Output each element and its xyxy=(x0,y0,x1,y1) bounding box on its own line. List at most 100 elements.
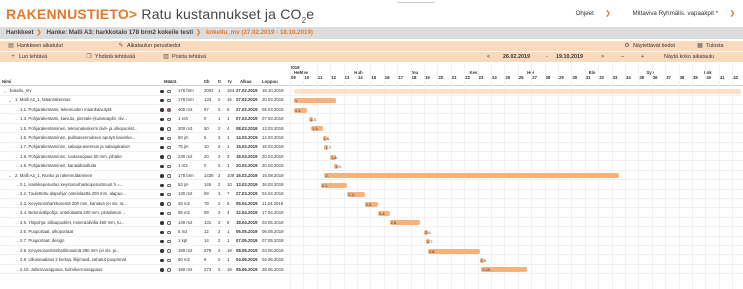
gantt-bar[interactable]: 1.8. xyxy=(330,154,338,160)
status-icon[interactable] xyxy=(167,117,171,122)
status-icon[interactable] xyxy=(167,127,171,131)
gantt-bar[interactable]: 2.5. xyxy=(389,220,421,226)
info-icon[interactable] xyxy=(160,202,164,206)
status-icon[interactable] xyxy=(167,155,171,159)
info-icon[interactable] xyxy=(160,108,164,112)
col-end[interactable]: Loppuu xyxy=(262,79,278,84)
info-icon[interactable] xyxy=(160,174,164,178)
info-icon[interactable] xyxy=(160,164,164,169)
gantt-bar[interactable]: 2.4. xyxy=(378,210,390,216)
gantt-bar[interactable] xyxy=(293,88,741,94)
gantt-bar[interactable]: 1.3. xyxy=(309,116,317,122)
status-icon[interactable] xyxy=(167,258,171,263)
gantt-bar[interactable]: 2.9. xyxy=(479,257,487,263)
info-icon[interactable] xyxy=(160,183,164,187)
gantt-bar[interactable]: 1. xyxy=(293,98,336,104)
col-tv[interactable]: tv xyxy=(228,79,232,84)
breadcrumb-schedule[interactable]: kokeilu_mv (27.02.2019 - 18.10.2019) xyxy=(206,29,313,36)
gantt-bar[interactable]: 2.6. xyxy=(424,229,432,235)
table-row[interactable]: … 2.1. Hankkeperustus keystonarhankoperus… xyxy=(0,181,743,190)
table-row[interactable]: … 1.1. Pohjarakentami, tekemuolen maankai… xyxy=(0,106,743,115)
project-schedules-button[interactable]: ▤ Hankkeen alkatulut xyxy=(8,41,63,51)
info-icon[interactable] xyxy=(160,89,164,93)
table-row[interactable]: … 1.6. Pohjarakentaminen, puiltoasennukse… xyxy=(0,134,743,143)
table-row[interactable]: ⌄ 1. Malli A3_1, Maanrakennus 178 brm 133 2 1… xyxy=(0,96,743,105)
col-start[interactable]: Alkaa xyxy=(240,79,251,84)
table-row[interactable]: ⌄ 2. Malli A3_1, Runko ja rakennuttaminen… xyxy=(0,172,743,181)
delete-task-button[interactable]: ▥ Poista tehtävä xyxy=(163,52,206,62)
info-icon[interactable] xyxy=(160,230,164,234)
status-icon[interactable] xyxy=(167,136,171,140)
zoom-in-button[interactable]: + xyxy=(641,52,644,62)
date-from-field[interactable]: 26.02.2019 xyxy=(503,52,530,62)
status-icon[interactable] xyxy=(167,239,171,244)
status-icon[interactable] xyxy=(167,98,171,103)
gantt-bar[interactable]: 2. xyxy=(324,173,620,179)
collapse-toggle-icon[interactable]: ⌄ xyxy=(8,173,12,179)
table-row[interactable]: … 2.3. Kevytsoraharkkoseinä 200 mm, kanta… xyxy=(0,200,743,209)
gantt-bar[interactable]: 2.10. xyxy=(481,267,528,273)
table-row[interactable]: … 1.8. Pohjarakentaminen, routasuojaus 50… xyxy=(0,153,743,162)
gantt-bar[interactable]: 1.9. xyxy=(334,163,342,169)
info-icon[interactable] xyxy=(160,249,164,253)
info-icon[interactable] xyxy=(160,155,164,159)
col-tt[interactable]: tt xyxy=(218,79,221,84)
table-row[interactable]: … 1.5. Pohjarakentaminen, teknonaluskerm … xyxy=(0,125,743,134)
col-name[interactable]: Nimi xyxy=(2,79,11,84)
timeline-next-button[interactable]: > xyxy=(601,52,604,62)
table-row[interactable]: … 2.6. Puuportaat, ulkoportaat 5 m2 12 2 1 06.… xyxy=(0,228,743,237)
status-icon[interactable] xyxy=(167,164,171,169)
gantt-bar[interactable]: 1.1. xyxy=(293,107,308,113)
table-row[interactable]: … 2.9. Ulkoseaalaus 2 kertaa, ilkjimaali,… xyxy=(0,256,743,265)
info-icon[interactable] xyxy=(160,98,164,103)
table-row[interactable]: ⌄ kokeilu_mv 178 brm 2002 1 164 27.02.2019 18.1… xyxy=(0,87,743,96)
table-row[interactable]: … 1.7. Pohjarakentaminen, salaoja-asennus… xyxy=(0,143,743,152)
table-row[interactable]: … 1.3. Pohjarakentami, kaivuto, pinmale-(… xyxy=(0,115,743,124)
status-icon[interactable] xyxy=(167,268,171,272)
gantt-bar[interactable]: 1.5. xyxy=(311,126,323,132)
info-icon[interactable] xyxy=(160,127,164,131)
show-all-button[interactable]: Näytä koko aikataulu xyxy=(664,52,714,62)
info-icon[interactable] xyxy=(160,211,164,216)
gantt-bar[interactable]: 2.3. xyxy=(364,201,379,207)
status-icon[interactable] xyxy=(167,89,171,93)
status-icon[interactable] xyxy=(167,230,171,234)
table-row[interactable]: … 2.10. Julkisivurappaus, kolmikerrosrapp… xyxy=(0,266,743,275)
status-icon[interactable] xyxy=(167,108,171,112)
gantt-bar[interactable]: 2.2. xyxy=(347,192,365,198)
info-icon[interactable] xyxy=(160,268,164,272)
gantt-bar[interactable]: 2.7. xyxy=(425,239,434,245)
status-icon[interactable] xyxy=(167,183,171,187)
col-amount[interactable]: Määrä xyxy=(164,79,176,84)
timeline-prev-button[interactable]: < xyxy=(487,52,490,62)
status-icon[interactable] xyxy=(167,202,171,206)
info-icon[interactable] xyxy=(160,239,164,244)
print-button[interactable]: ▦ Tulosta xyxy=(697,41,723,51)
info-icon[interactable] xyxy=(160,258,164,263)
status-icon[interactable] xyxy=(167,174,171,178)
user-menu[interactable]: Mittaviva Ryhmälis. vapaakpit * ❯ xyxy=(622,10,735,17)
info-icon[interactable] xyxy=(160,136,164,140)
gantt-bar[interactable]: 1.6. xyxy=(322,135,330,141)
info-icon[interactable] xyxy=(160,145,164,150)
collapse-toggle-icon[interactable]: ⌄ xyxy=(3,89,7,95)
collapse-toggle-icon[interactable]: ⌄ xyxy=(8,98,12,104)
gantt-bar[interactable]: 2.1. xyxy=(320,182,348,188)
info-icon[interactable] xyxy=(160,192,164,197)
create-task-button[interactable]: + Luo tehtävä xyxy=(10,52,47,62)
table-row[interactable]: … 1.9. Pohjarakentaminen, kanaalitoulluit… xyxy=(0,162,743,171)
schedule-basics-button[interactable]: ✎ Aikataulun perustiedot xyxy=(118,41,180,51)
gantt-bar[interactable]: 1.7. xyxy=(324,145,332,151)
table-row[interactable]: … 2.5. Yläpohja: sillaupuolilet, mineraal… xyxy=(0,219,743,228)
status-icon[interactable] xyxy=(167,145,171,150)
info-icon[interactable] xyxy=(160,221,164,225)
table-row[interactable]: … 2.7. Puuportaat, design 1 kpl 14 2 1 07.05.2… xyxy=(0,237,743,246)
status-icon[interactable] xyxy=(167,249,171,253)
status-icon[interactable] xyxy=(167,192,171,197)
date-to-field[interactable]: 19.10.2019 xyxy=(556,52,583,62)
help-link[interactable]: Ohjeet ❯ xyxy=(566,10,611,17)
table-row[interactable]: … 2.8. Kevytsoraeristeharkkoseinä 380 mm … xyxy=(0,247,743,256)
status-icon[interactable] xyxy=(167,211,171,216)
table-row[interactable]: … 2.2. Tuulettettu alapohja: ontelolaatta… xyxy=(0,190,743,199)
display-settings-button[interactable]: ⚙ Näytettävät tiedot xyxy=(624,41,675,51)
